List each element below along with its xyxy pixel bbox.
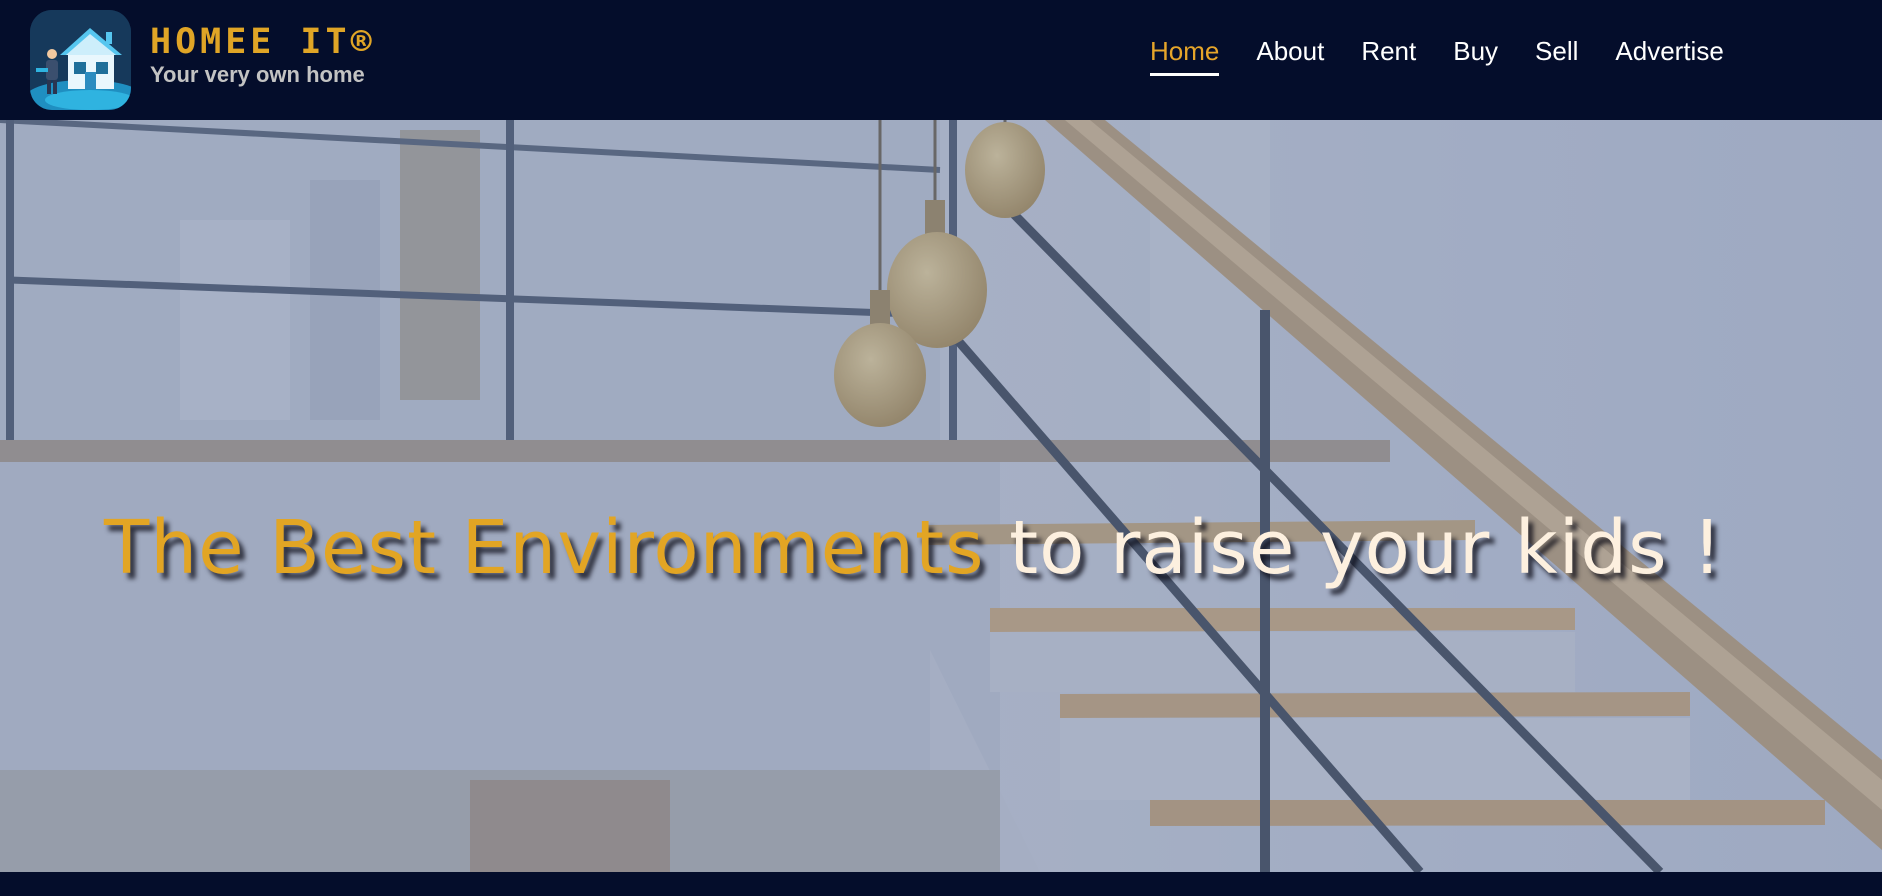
bottom-bar — [0, 872, 1882, 896]
nav-buy[interactable]: Buy — [1453, 36, 1498, 76]
nav-sell[interactable]: Sell — [1535, 36, 1578, 76]
hero-banner: The Best Environments to raise your kids… — [0, 120, 1882, 872]
site-header: HOMEE IT® Your very own home Home About … — [0, 0, 1882, 120]
hero-headline-rest: to raise your kids ! — [984, 505, 1723, 591]
hero-headline-accent: The Best Environments — [104, 505, 985, 591]
page: HOMEE IT® Your very own home Home About … — [0, 0, 1882, 896]
brand-name[interactable]: HOMEE IT® — [150, 22, 376, 62]
nav-advertise[interactable]: Advertise — [1615, 36, 1723, 76]
nav-rent[interactable]: Rent — [1361, 36, 1416, 76]
hero-overlay — [0, 120, 1882, 872]
main-nav: Home About Rent Buy Sell Advertise — [1150, 36, 1761, 76]
hero-headline: The Best Environments to raise your kids… — [104, 505, 1723, 591]
brand-tagline: Your very own home — [150, 62, 365, 87]
nav-home[interactable]: Home — [1150, 36, 1220, 76]
house-logo-icon[interactable] — [30, 10, 131, 110]
nav-about[interactable]: About — [1256, 36, 1324, 76]
